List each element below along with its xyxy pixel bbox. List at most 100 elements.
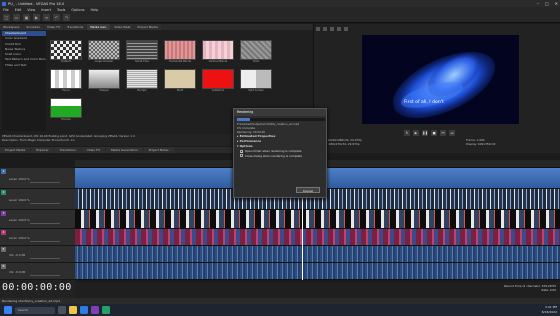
menu-file[interactable]: File <box>3 8 9 12</box>
dialog-title: Rendering <box>234 109 326 116</box>
preset-thumbnail[interactable]: Horizon <box>50 98 82 122</box>
menu-tools[interactable]: Tools <box>57 8 65 12</box>
previous-frame-icon[interactable]: ⏮ <box>440 130 446 136</box>
preset-label: Horizontal Blinds <box>169 60 191 63</box>
edge-icon[interactable] <box>80 306 88 314</box>
tab-project-notes[interactable]: Project Notes <box>143 147 174 153</box>
track-lane[interactable] <box>75 210 560 229</box>
menu-edit[interactable]: Edit <box>15 8 22 12</box>
open-icon[interactable]: ▭ <box>13 14 20 21</box>
generator-item[interactable]: Test Pattern and Color Bars <box>2 57 46 62</box>
preset-label: Shapes <box>99 89 109 92</box>
close-icon[interactable]: ✕ <box>555 0 558 7</box>
track-header[interactable]: 1 Level: 100.0 % <box>0 168 75 189</box>
track-level-slider[interactable] <box>30 181 60 183</box>
preset-thumbnail[interactable]: Default <box>50 40 82 64</box>
preset-thumbnail[interactable]: Plaid <box>164 69 196 93</box>
track-number: 3 <box>1 211 6 216</box>
split-screen-icon[interactable] <box>330 27 334 31</box>
track-header[interactable]: 3 Level: 100.0 % <box>0 210 75 229</box>
redo-icon[interactable]: ↷ <box>63 14 70 21</box>
preset-thumbnail[interactable]: Shapes <box>88 69 120 93</box>
tab-media-gen-[interactable]: Media Gen. <box>87 24 111 30</box>
preset-preview <box>88 40 120 60</box>
track-level-slider[interactable] <box>30 202 60 204</box>
preset-thumbnail[interactable]: Vertical Blinds <box>202 40 234 64</box>
preview-settings-icon[interactable] <box>316 27 320 31</box>
tab-media-generators[interactable]: Media Generators <box>105 147 143 153</box>
vegas-taskbar-icon[interactable] <box>91 306 99 314</box>
tab-transitions[interactable]: Transitions <box>54 147 81 153</box>
properties-icon[interactable]: ≡ <box>43 14 50 21</box>
minimize-icon[interactable]: – <box>537 0 539 7</box>
close-dialog-checkbox[interactable]: Close dialog when rendering is complete <box>234 154 326 159</box>
play-icon[interactable]: ▶ <box>413 130 419 136</box>
app-taskbar-icon[interactable] <box>102 306 110 314</box>
track-lane[interactable] <box>75 229 560 246</box>
new-project-icon[interactable]: □ <box>3 14 10 21</box>
track-level-slider[interactable] <box>30 257 60 259</box>
snapshot-icon[interactable] <box>344 27 348 31</box>
maximize-icon[interactable]: □ <box>545 0 549 7</box>
track-level-slider[interactable] <box>30 222 60 224</box>
preset-thumbnail[interactable]: Letterbox <box>202 69 234 93</box>
overlays-icon[interactable] <box>337 27 341 31</box>
preset-thumbnail[interactable]: Horizontal Blinds <box>164 40 196 64</box>
track-header[interactable]: 4 Level: 100.0 % <box>0 229 75 246</box>
track-lane[interactable] <box>75 246 560 263</box>
save-icon[interactable]: ▣ <box>23 14 30 21</box>
preset-thumbnail[interactable]: Split Screen <box>240 69 272 93</box>
menu-insert[interactable]: Insert <box>41 8 51 12</box>
tab-project-media[interactable]: Project Media <box>134 24 161 30</box>
preset-thumbnail[interactable]: Small Tiles <box>126 40 158 64</box>
loop-icon[interactable]: ↻ <box>404 130 410 136</box>
preset-label: Letterbox <box>211 89 225 92</box>
undo-icon[interactable]: ↶ <box>53 14 60 21</box>
stop-icon[interactable]: ■ <box>431 130 437 136</box>
track-level: Level: 100.0 % <box>9 217 30 222</box>
menu-view[interactable]: View <box>27 8 35 12</box>
window-title: PU_ - Untitled - VEGAS Pro 18.0 <box>8 1 65 6</box>
tab-video-fx[interactable]: Video FX <box>81 147 105 153</box>
pause-icon[interactable]: ❚❚ <box>422 130 428 136</box>
preset-thumbnail[interactable]: Dots <box>240 40 272 64</box>
track-header[interactable]: 2 Level: 100.0 % <box>0 189 75 210</box>
cancel-button[interactable]: Cancel <box>296 187 320 193</box>
display-value: 629x354x32 <box>477 141 496 146</box>
external-monitor-icon[interactable] <box>323 27 327 31</box>
start-icon[interactable] <box>4 306 12 314</box>
tab-transitions[interactable]: Transitions <box>64 24 87 30</box>
tab-video-fx[interactable]: Video FX <box>43 24 64 30</box>
timeline-footer: Record Time (2 channels): 329:28:55 Rate… <box>75 282 560 298</box>
vegas-app-icon <box>2 1 6 6</box>
taskbar-search[interactable]: Search <box>15 306 55 314</box>
track-header[interactable]: 6 Vol: -0.0 dB <box>0 263 75 280</box>
track-level-slider[interactable] <box>30 240 60 242</box>
tab-scrubber[interactable]: Scrubber <box>23 24 43 30</box>
preview-info: Project: 1920x1080x32, 29.970p Preview: … <box>316 138 558 151</box>
menu-help[interactable]: Help <box>91 8 99 12</box>
preset-label: Split Screen <box>248 89 264 92</box>
track-lane[interactable] <box>75 263 560 280</box>
display-label: Display: <box>466 141 478 146</box>
preset-thumbnail[interactable]: Fence <box>50 69 82 93</box>
next-frame-icon[interactable]: ⏭ <box>449 130 455 136</box>
tab-explorer[interactable]: Explorer <box>31 147 54 153</box>
tab-video-beat[interactable]: Video Beat <box>111 24 134 30</box>
menu-options[interactable]: Options <box>71 8 84 12</box>
generator-item[interactable]: Titles and Text <box>2 63 46 68</box>
main-toolbar: □ ▭ ▣ ▶ ≡ ↶ ↷ <box>0 13 560 23</box>
preset-thumbnail[interactable]: Large Checker <box>88 40 120 64</box>
tab-workspace[interactable]: Workspace <box>0 24 23 30</box>
preset-thumbnail[interactable]: Bumps <box>126 69 158 93</box>
preset-label: Small Tiles <box>135 60 149 63</box>
file-explorer-icon[interactable] <box>69 306 77 314</box>
task-view-icon[interactable] <box>58 306 66 314</box>
tab-project-media[interactable]: Project Media <box>0 147 31 153</box>
track-header[interactable]: 5 Vol: -0.0 dB <box>0 246 75 263</box>
video-caption: First of all, I don't <box>404 100 444 105</box>
render-icon[interactable]: ▶ <box>33 14 40 21</box>
track-level-slider[interactable] <box>30 274 60 276</box>
track-number: 4 <box>1 230 6 235</box>
preset-preview <box>50 69 82 89</box>
